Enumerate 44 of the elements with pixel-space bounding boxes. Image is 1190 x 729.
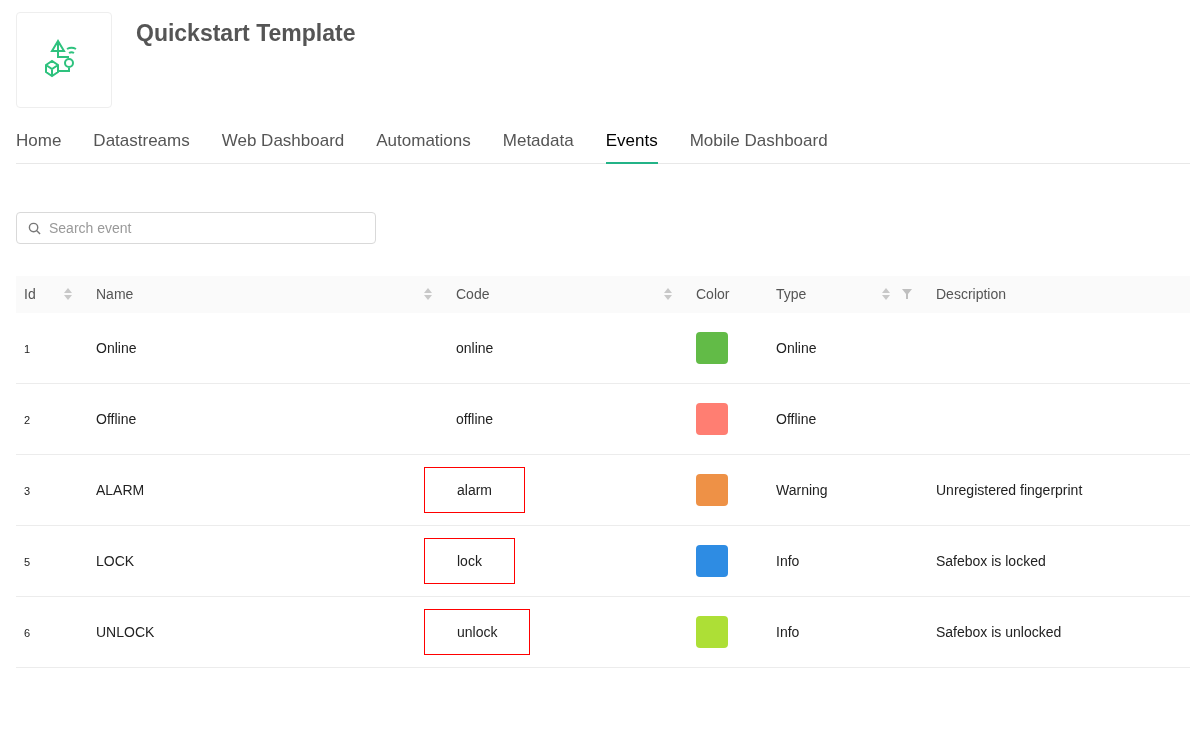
column-header: Color (696, 285, 731, 304)
table-cell: Offline (776, 410, 817, 427)
sort-icon[interactable] (424, 288, 432, 300)
table-cell: ALARM (96, 481, 145, 498)
table-cell: LOCK (96, 552, 135, 569)
table-cell: Safebox is unlocked (936, 623, 1062, 640)
sort-icon[interactable] (882, 288, 890, 300)
table-cell: Info (776, 552, 800, 569)
template-title: Quickstart Template (136, 19, 356, 48)
column-header: Code (456, 285, 491, 304)
tab[interactable]: Events (605, 128, 658, 164)
table-cell: 6 (24, 626, 31, 639)
column-header: Description (936, 285, 1008, 304)
table-cell: 3 (24, 484, 31, 497)
table-cell: UNLOCK (96, 623, 155, 640)
sort-icon[interactable] (664, 288, 672, 300)
table-cell: Safebox is locked (936, 552, 1046, 569)
table-cell: alarm (424, 466, 525, 513)
tab[interactable]: Metadata (502, 128, 574, 164)
table-cell: Info (776, 623, 800, 640)
table-cell: Offline (96, 410, 137, 427)
column-header: Id (24, 285, 37, 304)
table-cell: lock (424, 537, 515, 584)
search-field[interactable]: Search event (16, 211, 376, 244)
table-cell: 5 (24, 555, 31, 568)
table-cell: Online (96, 339, 137, 356)
tab[interactable]: Datastreams (93, 128, 190, 164)
tab[interactable]: Automations (376, 128, 471, 164)
tab[interactable]: Mobile Dashboard (689, 128, 828, 164)
table-cell-text: online (456, 338, 494, 358)
table-cell: Warning (776, 481, 828, 498)
table-cell: 1 (24, 342, 31, 355)
filter-icon[interactable] (902, 289, 912, 299)
table-cell: unlock (424, 608, 531, 655)
table-cell-text: offline (456, 409, 494, 429)
table-cell: Unregistered fingerprint (936, 481, 1083, 498)
column-header: Name (96, 285, 135, 304)
table-cell: 2 (24, 413, 31, 426)
column-header: Type (776, 285, 808, 304)
search-icon (28, 221, 41, 235)
sort-icon[interactable] (64, 288, 72, 300)
table-cell: Online (776, 339, 817, 356)
tab[interactable]: Web Dashboard (221, 128, 345, 164)
tab[interactable]: Home (16, 128, 62, 164)
